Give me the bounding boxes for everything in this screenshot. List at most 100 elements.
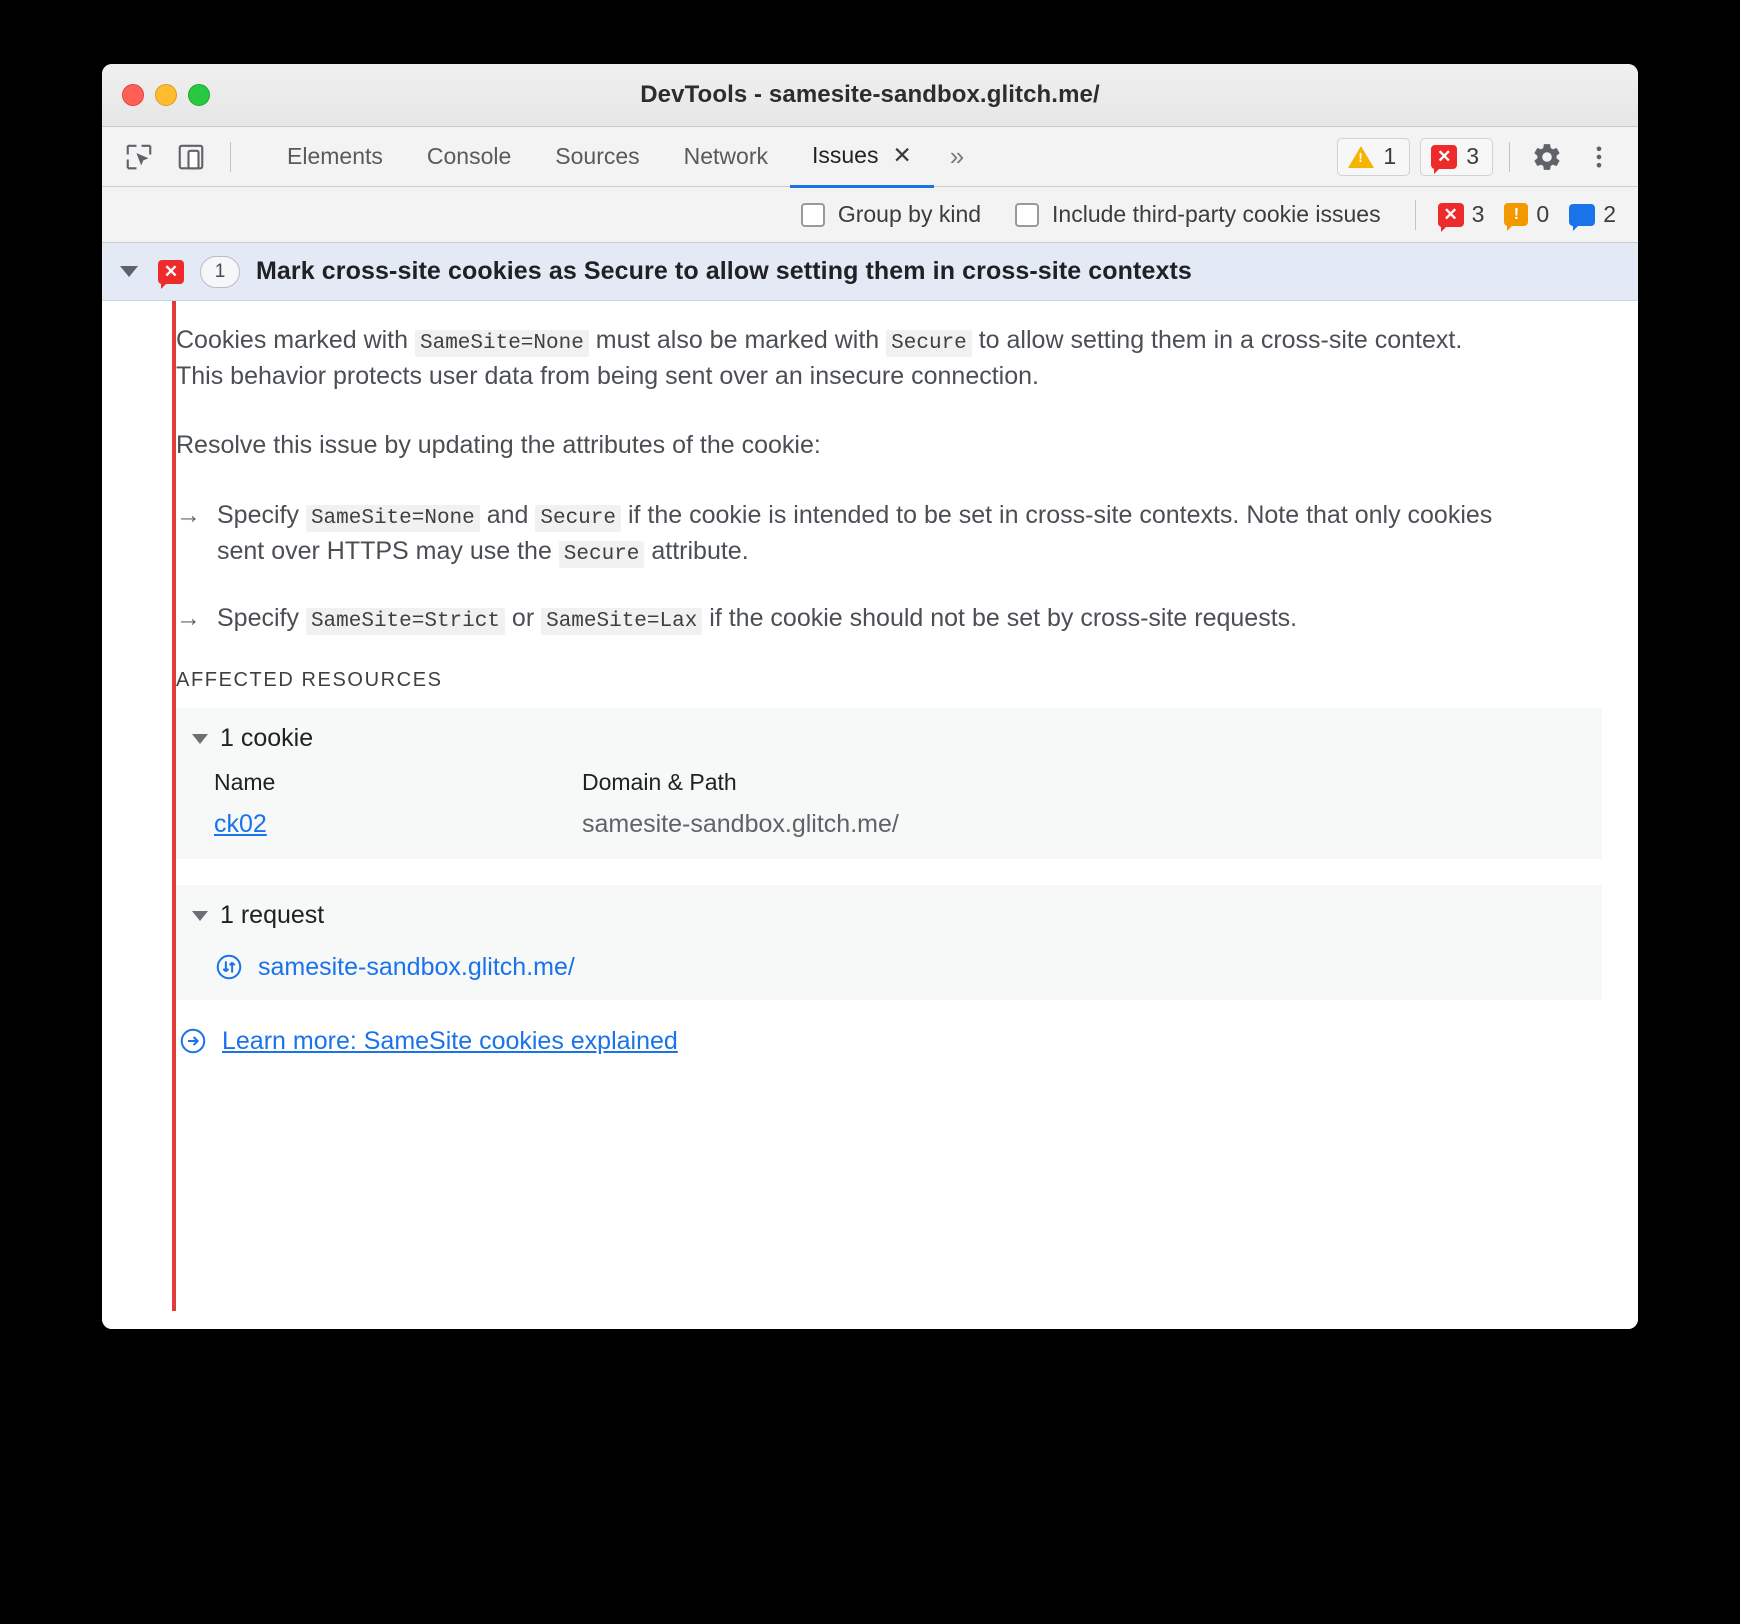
include-third-party-cookie-issues-checkbox[interactable]: Include third-party cookie issues <box>1015 201 1381 228</box>
group-by-kind-label: Group by kind <box>837 201 982 227</box>
code-samesite-lax: SameSite=Lax <box>541 608 703 636</box>
window-titlebar: DevTools - samesite-sandbox.glitch.me/ <box>102 64 1638 127</box>
chevron-down-icon[interactable] <box>120 266 138 277</box>
code-samesite-none: SameSite=None <box>305 504 480 532</box>
list-item[interactable]: samesite-sandbox.glitch.me/ <box>176 952 1602 982</box>
resolution-bullet-1: → Specify SameSite=None and Secure if th… <box>176 498 1506 570</box>
error-bubble-icon: ✕ <box>158 259 184 289</box>
arrow-right-icon: → <box>176 500 201 529</box>
devtools-window: DevTools - samesite-sandbox.glitch.me/ E… <box>102 64 1638 1329</box>
filter-message-count: 2 <box>1569 201 1616 231</box>
cookies-table: Name Domain & Path ck02 samesite-sandbox… <box>176 765 1602 841</box>
toolbar-right-divider <box>1509 141 1510 172</box>
filter-message-count-value: 2 <box>1603 201 1616 227</box>
error-bubble-icon: ✕ <box>1431 144 1458 174</box>
warning-triangle-icon <box>1348 145 1375 168</box>
b2-part-2: or <box>504 604 542 633</box>
b2-part-3: if the cookie should not be set by cross… <box>702 604 1298 633</box>
filter-warning-count-value: 0 <box>1536 201 1550 227</box>
affected-cookies-block: 1 cookie Name Domain & Path ck02 samesit… <box>176 708 1602 860</box>
desc-part-2: must also be marked with <box>588 326 887 354</box>
tab-issues-label: Issues <box>812 141 879 168</box>
cookie-name-link[interactable]: ck02 <box>214 810 267 838</box>
error-bubble-icon: ✕ <box>1437 202 1464 232</box>
minimize-window-button[interactable] <box>155 84 177 106</box>
traffic-light-buttons <box>122 84 210 106</box>
close-window-button[interactable] <box>122 84 144 106</box>
issue-detail-body: Cookies marked with SameSite=None must a… <box>102 301 1638 1329</box>
toolbar-left-icons <box>120 138 251 176</box>
tab-network-label: Network <box>683 143 768 169</box>
issues-filter-toolbar: Group by kind Include third-party cookie… <box>102 187 1638 243</box>
learn-more-link[interactable]: Learn more: SameSite cookies explained <box>222 1027 678 1056</box>
issue-resolution-intro: Resolve this issue by updating the attri… <box>176 431 821 460</box>
affected-requests-block: 1 request samesite-sandbox.glitch.me/ <box>176 885 1602 1001</box>
filter-error-count-value: 3 <box>1471 201 1485 227</box>
affected-resources-label: AFFECTED RESOURCES <box>176 669 443 692</box>
warning-counter[interactable]: 1 <box>1337 137 1411 176</box>
toolbar-right-group: 1 ✕ 3 <box>1337 136 1624 178</box>
window-title: DevTools - samesite-sandbox.glitch.me/ <box>640 81 1100 108</box>
table-header-row: Name Domain & Path <box>176 765 1602 810</box>
group-by-kind-checkbox[interactable]: Group by kind <box>800 201 982 228</box>
kebab-menu-icon[interactable] <box>1578 136 1620 178</box>
column-header-name: Name <box>214 769 276 796</box>
chevron-down-icon[interactable] <box>192 910 208 921</box>
more-tabs-icon[interactable]: » <box>934 127 980 186</box>
requests-section-header[interactable]: 1 request <box>176 901 1602 930</box>
issue-severity-rail <box>172 301 176 1311</box>
tab-issues[interactable]: Issues ✕ <box>790 126 934 188</box>
cookie-domain-path-cell: samesite-sandbox.glitch.me/ <box>582 810 899 839</box>
learn-more-row[interactable]: Learn more: SameSite cookies explained <box>176 1026 1602 1056</box>
requests-section-summary: 1 request <box>220 901 325 930</box>
warning-counter-value: 1 <box>1383 143 1397 169</box>
device-toolbar-icon[interactable] <box>172 138 210 176</box>
tab-sources-label: Sources <box>555 143 640 169</box>
zoom-window-button[interactable] <box>188 84 210 106</box>
filter-divider <box>1414 199 1416 230</box>
code-samesite-none: SameSite=None <box>414 330 589 357</box>
message-bubble-icon <box>1569 203 1596 231</box>
gear-icon[interactable] <box>1526 136 1568 178</box>
code-samesite-strict: SameSite=Strict <box>305 608 505 636</box>
resolution-bullet-2: → Specify SameSite=Strict or SameSite=La… <box>176 601 1506 637</box>
tab-network[interactable]: Network <box>662 127 790 186</box>
arrow-right-icon: → <box>176 604 201 633</box>
b2-part-1: Specify <box>217 604 306 633</box>
checkbox-icon[interactable] <box>1015 202 1040 227</box>
code-secure-2: Secure <box>558 540 645 568</box>
issue-description-paragraph: Cookies marked with SameSite=None must a… <box>176 323 1506 394</box>
b1-part-2: and <box>479 500 536 529</box>
desc-part-1: Cookies marked with <box>176 326 415 354</box>
checkbox-icon[interactable] <box>800 202 825 227</box>
toolbar-divider <box>230 141 231 172</box>
tab-sources[interactable]: Sources <box>533 127 661 186</box>
tab-console-label: Console <box>426 143 512 169</box>
tab-elements-label: Elements <box>287 143 383 169</box>
close-icon[interactable]: ✕ <box>892 142 911 169</box>
error-counter[interactable]: ✕ 3 <box>1420 137 1493 176</box>
table-row: ck02 samesite-sandbox.glitch.me/ <box>176 810 1602 841</box>
cookie-name-cell: ck02 <box>176 810 544 841</box>
chevron-down-icon[interactable] <box>192 733 208 744</box>
request-url-link[interactable]: samesite-sandbox.glitch.me/ <box>258 953 575 982</box>
inspect-element-icon[interactable] <box>120 138 158 176</box>
include-third-party-label: Include third-party cookie issues <box>1052 201 1381 227</box>
code-secure: Secure <box>886 330 972 357</box>
tab-console[interactable]: Console <box>405 127 533 186</box>
resolution-bullet-2-text: Specify SameSite=Strict or SameSite=Lax … <box>217 601 1297 637</box>
issue-title: Mark cross-site cookies as Secure to all… <box>256 257 1192 285</box>
code-secure: Secure <box>535 504 621 532</box>
request-arrows-icon <box>214 952 244 982</box>
b1-part-4: attribute. <box>644 536 749 565</box>
column-header-domain-path: Domain & Path <box>582 769 737 796</box>
issue-header-row[interactable]: ✕ 1 Mark cross-site cookies as Secure to… <box>102 243 1638 301</box>
cookies-section-summary: 1 cookie <box>220 724 314 753</box>
filter-error-count: ✕ 3 <box>1437 201 1485 232</box>
error-counter-value: 3 <box>1466 143 1479 169</box>
b1-part-1: Specify <box>217 500 306 529</box>
cookies-section-header[interactable]: 1 cookie <box>176 724 1602 753</box>
issue-count-badge: 1 <box>200 255 240 288</box>
tab-elements[interactable]: Elements <box>265 127 405 186</box>
filter-warning-count: ! 0 <box>1504 201 1550 231</box>
